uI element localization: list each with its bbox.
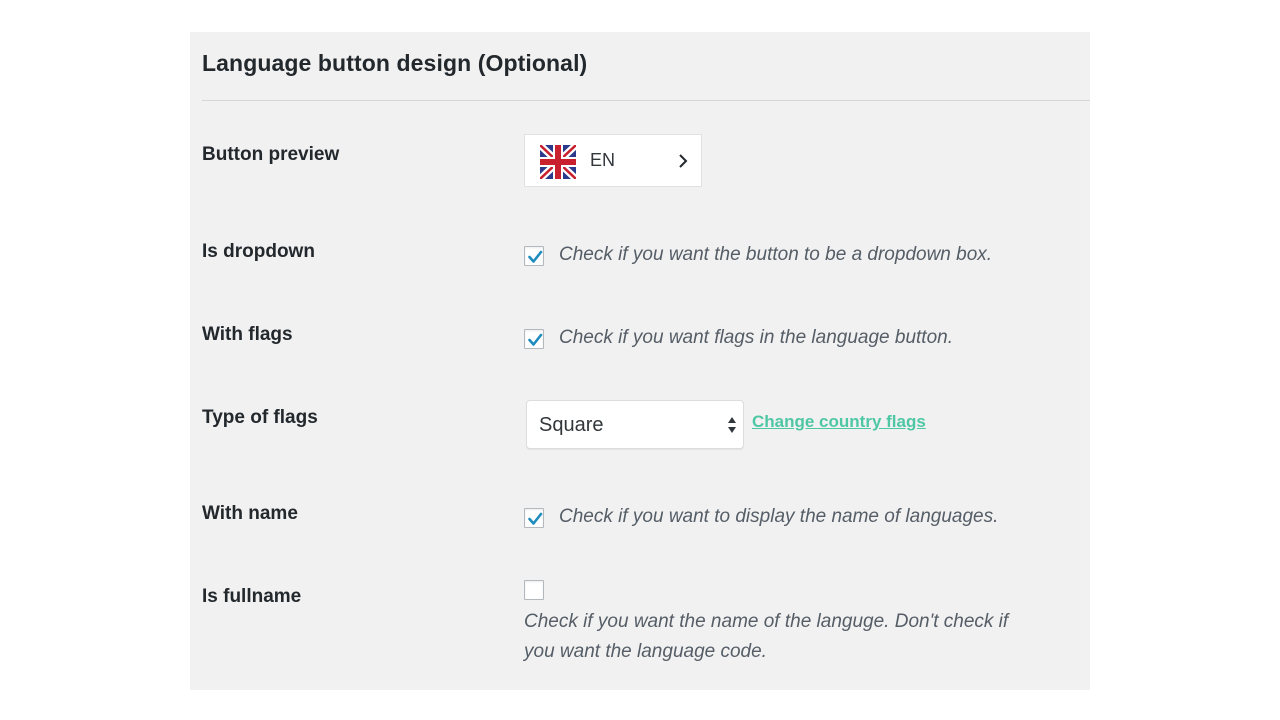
flag-type-select[interactable]: Square <box>526 400 744 449</box>
is-dropdown-label: Is dropdown <box>202 241 315 262</box>
is-fullname-description-line1: Check if you want the name of the langug… <box>524 611 1009 632</box>
settings-panel: Language button design (Optional) Button… <box>190 32 1090 690</box>
uk-flag-icon <box>537 142 579 184</box>
is-dropdown-checkbox[interactable] <box>524 246 544 266</box>
with-flags-description: Check if you want flags in the language … <box>559 327 953 348</box>
language-preview-button[interactable]: EN <box>524 134 702 187</box>
with-name-description: Check if you want to display the name of… <box>559 506 999 527</box>
checkmark-icon <box>528 250 543 263</box>
title-divider <box>202 100 1090 101</box>
section-title: Language button design (Optional) <box>202 50 588 76</box>
with-name-label: With name <box>202 503 298 524</box>
with-flags-checkbox[interactable] <box>524 329 544 349</box>
change-country-flags-link[interactable]: Change country flags <box>752 412 926 432</box>
is-fullname-checkbox[interactable] <box>524 580 544 600</box>
is-fullname-description-line2: you want the language code. <box>524 641 767 662</box>
chevron-right-icon <box>677 152 689 175</box>
select-arrows-icon <box>727 415 737 440</box>
button-preview-label: Button preview <box>202 144 340 165</box>
language-code: EN <box>590 150 616 170</box>
type-of-flags-label: Type of flags <box>202 407 318 428</box>
checkmark-icon <box>528 512 543 525</box>
is-fullname-label: Is fullname <box>202 586 302 607</box>
flag-type-selected-value: Square <box>539 414 604 436</box>
with-flags-label: With flags <box>202 324 293 345</box>
checkmark-icon <box>528 333 543 346</box>
is-dropdown-description: Check if you want the button to be a dro… <box>559 244 993 265</box>
with-name-checkbox[interactable] <box>524 508 544 528</box>
